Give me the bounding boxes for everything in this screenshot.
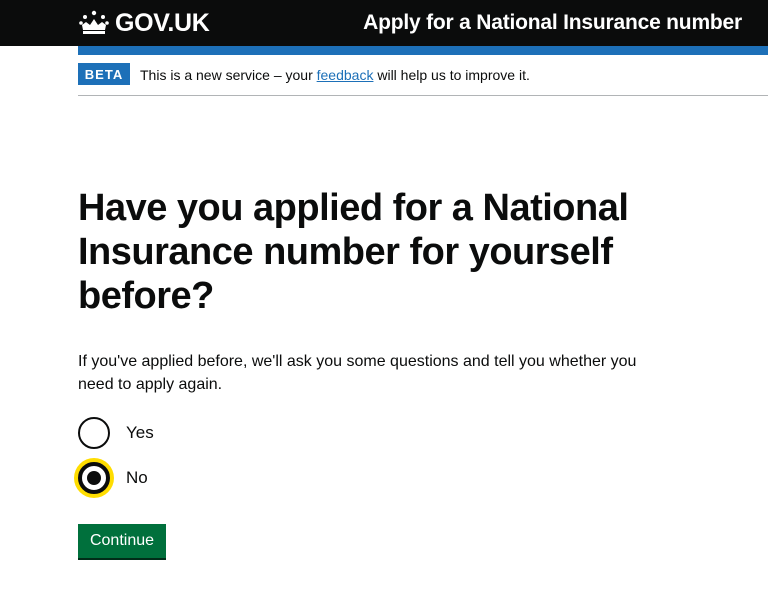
govuk-logo-text: GOV.UK xyxy=(115,9,210,37)
radio-no-label[interactable]: No xyxy=(126,467,148,489)
radio-yes-label[interactable]: Yes xyxy=(126,422,154,444)
beta-tag: BETA xyxy=(78,63,130,85)
radio-yes-input[interactable] xyxy=(78,417,110,449)
crown-icon xyxy=(79,10,109,34)
phase-text-after: will help us to improve it. xyxy=(373,67,530,83)
page-heading: Have you applied for a National Insuranc… xyxy=(78,187,629,317)
feedback-link[interactable]: feedback xyxy=(317,67,374,83)
site-header: GOV.UK Apply for a National Insurance nu… xyxy=(0,0,768,46)
service-name-link[interactable]: Apply for a National Insurance number xyxy=(363,10,742,36)
govuk-logo-link[interactable]: GOV.UK xyxy=(78,9,210,37)
phase-text-before: This is a new service – your xyxy=(140,67,317,83)
radio-no[interactable]: No xyxy=(78,462,148,494)
radio-yes[interactable]: Yes xyxy=(78,417,154,449)
continue-button[interactable]: Continue xyxy=(78,524,166,558)
question-hint: If you've applied before, we'll ask you … xyxy=(78,353,637,393)
radio-selected-dot xyxy=(87,471,101,485)
radio-no-input[interactable] xyxy=(78,462,110,494)
header-blue-bar xyxy=(78,46,768,55)
phase-banner: BETA This is a new service – your feedba… xyxy=(78,63,768,96)
phase-banner-text: This is a new service – your feedback wi… xyxy=(140,66,530,84)
